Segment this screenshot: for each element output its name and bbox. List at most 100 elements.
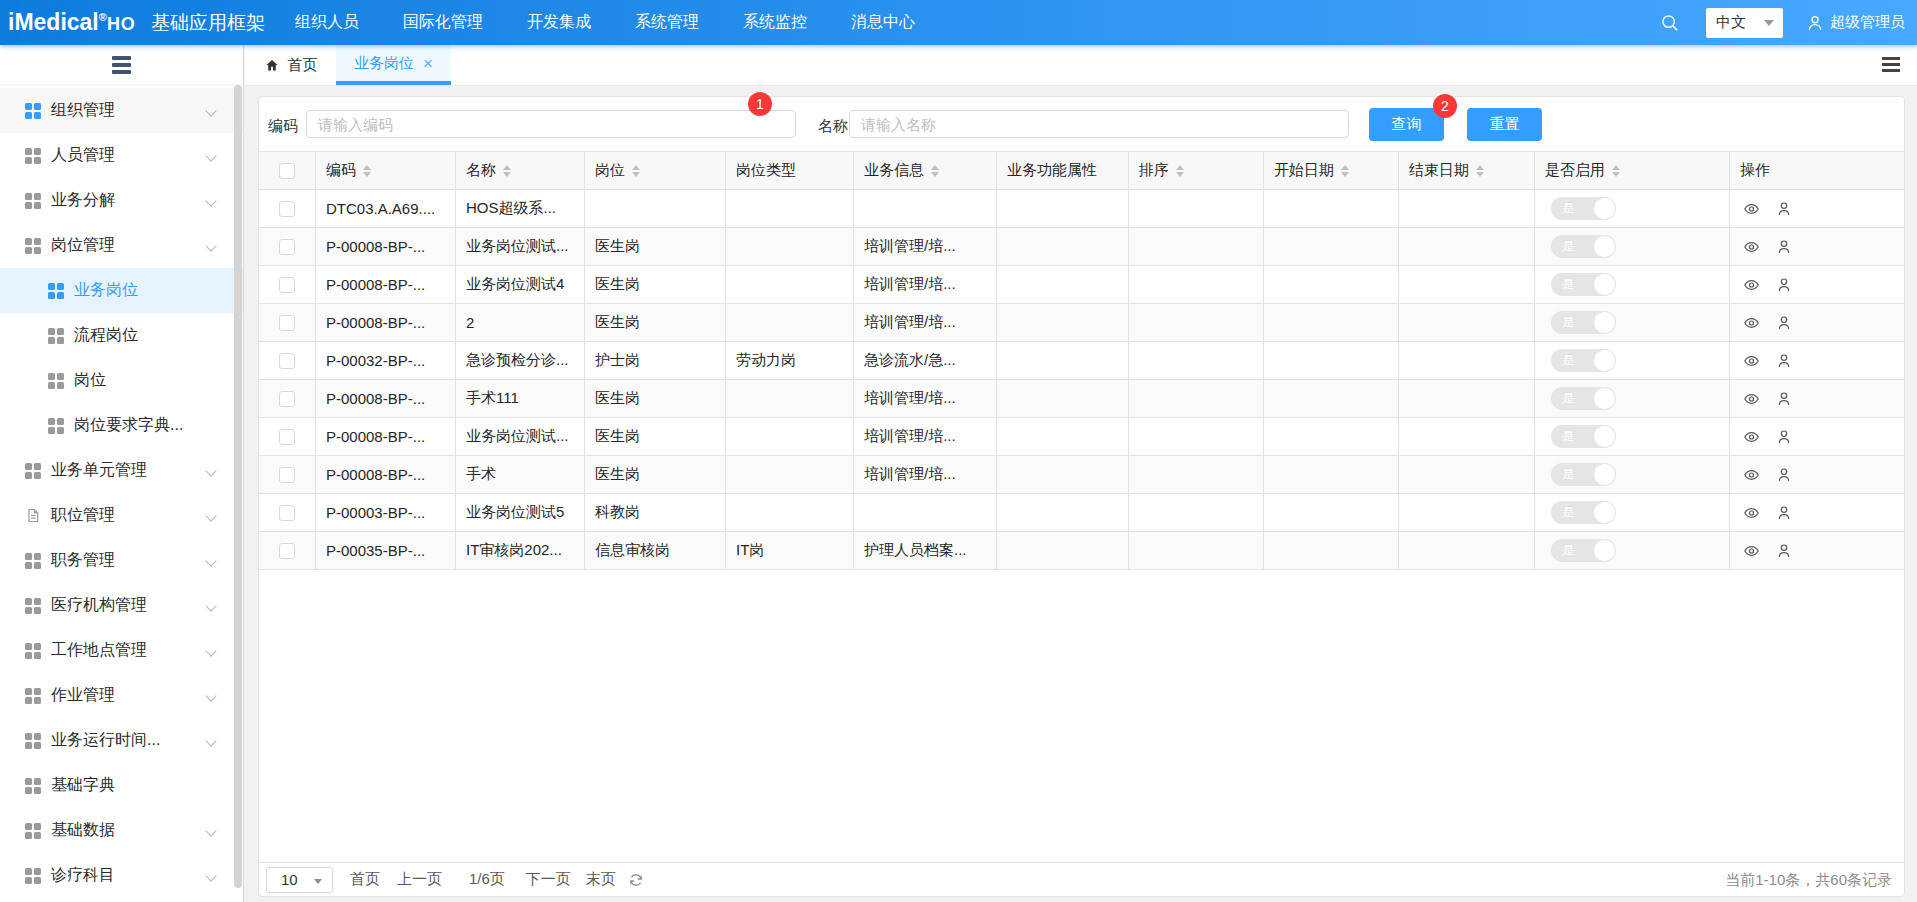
select-all-checkbox[interactable] [279,163,295,179]
sidebar-item-14[interactable]: 业务运行时间... [0,718,243,763]
col-header-9[interactable]: 结束日期 [1398,152,1534,189]
assign-user-icon[interactable] [1776,467,1792,483]
page-last[interactable]: 末页 [586,870,616,889]
row-checkbox[interactable] [279,429,295,445]
name-input[interactable] [849,110,1349,138]
enabled-toggle[interactable]: 是 [1551,501,1616,524]
sort-icon[interactable] [1176,165,1184,177]
assign-user-icon[interactable] [1776,353,1792,369]
page-next[interactable]: 下一页 [526,870,571,889]
sidebar-item-17[interactable]: 诊疗科目 [0,853,243,898]
sort-icon[interactable] [363,165,371,177]
sort-icon[interactable] [1612,165,1620,177]
reset-button[interactable]: 重置 [1467,108,1542,141]
row-checkbox[interactable] [279,543,295,559]
sidebar-collapse-icon[interactable] [112,56,131,74]
sidebar-item-10[interactable]: 职务管理 [0,538,243,583]
view-icon[interactable] [1742,543,1761,559]
sidebar-item-0[interactable]: 组织管理 [0,88,243,133]
row-checkbox[interactable] [279,391,295,407]
sidebar-item-6[interactable]: 岗位 [0,358,243,403]
assign-user-icon[interactable] [1776,277,1792,293]
search-icon[interactable] [1659,12,1681,34]
topmenu-item-1[interactable]: 国际化管理 [403,12,483,33]
code-input[interactable] [306,110,796,138]
tab-home[interactable]: 首页 [245,45,336,85]
enabled-toggle[interactable]: 是 [1551,197,1616,220]
sidebar-item-2[interactable]: 业务分解 [0,178,243,223]
row-checkbox[interactable] [279,353,295,369]
enabled-toggle[interactable]: 是 [1551,539,1616,562]
view-icon[interactable] [1742,239,1761,255]
sidebar-item-4[interactable]: 业务岗位 [0,268,243,313]
enabled-toggle[interactable]: 是 [1551,463,1616,486]
row-checkbox[interactable] [279,315,295,331]
sidebar-item-9[interactable]: 职位管理 [0,493,243,538]
sidebar-item-5[interactable]: 流程岗位 [0,313,243,358]
view-icon[interactable] [1742,467,1761,483]
sidebar-item-15[interactable]: 基础字典 [0,763,243,808]
enabled-toggle[interactable]: 是 [1551,235,1616,258]
enabled-toggle[interactable]: 是 [1551,273,1616,296]
sort-icon[interactable] [632,165,640,177]
view-icon[interactable] [1742,315,1761,331]
enabled-toggle[interactable]: 是 [1551,425,1616,448]
page-size-select[interactable]: 10 [266,867,333,893]
col-header-8[interactable]: 开始日期 [1263,152,1398,189]
sidebar-item-12[interactable]: 工作地点管理 [0,628,243,673]
tab-business-post[interactable]: 业务岗位 × [336,45,451,85]
col-header-7[interactable]: 排序 [1128,152,1263,189]
refresh-icon[interactable] [628,872,644,888]
col-header-5[interactable]: 业务信息 [853,152,996,189]
page-first[interactable]: 首页 [350,870,380,889]
tab-list-icon[interactable] [1882,57,1900,72]
assign-user-icon[interactable] [1776,543,1792,559]
col-header-3[interactable]: 岗位 [584,152,725,189]
enabled-toggle[interactable]: 是 [1551,349,1616,372]
col-header-2[interactable]: 名称 [455,152,584,189]
row-checkbox[interactable] [279,505,295,521]
user-menu[interactable]: 超级管理员 [1806,13,1905,32]
assign-user-icon[interactable] [1776,505,1792,521]
topmenu-item-0[interactable]: 组织人员 [295,12,359,33]
sidebar-item-7[interactable]: 岗位要求字典... [0,403,243,448]
tab-close-icon[interactable]: × [423,55,433,72]
page-prev[interactable]: 上一页 [397,870,442,889]
view-icon[interactable] [1742,201,1761,217]
enabled-toggle[interactable]: 是 [1551,311,1616,334]
row-checkbox[interactable] [279,239,295,255]
row-checkbox[interactable] [279,277,295,293]
view-icon[interactable] [1742,353,1761,369]
row-checkbox[interactable] [279,201,295,217]
view-icon[interactable] [1742,505,1761,521]
topmenu-item-2[interactable]: 开发集成 [527,12,591,33]
sort-icon[interactable] [1341,165,1349,177]
sidebar-item-11[interactable]: 医疗机构管理 [0,583,243,628]
search-button[interactable]: 查询 [1369,108,1444,141]
sidebar-item-1[interactable]: 人员管理 [0,133,243,178]
sidebar-item-8[interactable]: 业务单元管理 [0,448,243,493]
topmenu-item-5[interactable]: 消息中心 [851,12,915,33]
sort-icon[interactable] [503,165,511,177]
assign-user-icon[interactable] [1776,429,1792,445]
sort-icon[interactable] [1476,165,1484,177]
language-select[interactable]: 中文 [1706,8,1783,38]
topmenu-item-4[interactable]: 系统监控 [743,12,807,33]
view-icon[interactable] [1742,429,1761,445]
assign-user-icon[interactable] [1776,391,1792,407]
col-header-1[interactable]: 编码 [315,152,455,189]
assign-user-icon[interactable] [1776,239,1792,255]
row-checkbox[interactable] [279,467,295,483]
enabled-toggle[interactable]: 是 [1551,387,1616,410]
sort-icon[interactable] [931,165,939,177]
topmenu-item-3[interactable]: 系统管理 [635,12,699,33]
col-header-10[interactable]: 是否启用 [1534,152,1729,189]
sidebar-item-3[interactable]: 岗位管理 [0,223,243,268]
sidebar-item-13[interactable]: 作业管理 [0,673,243,718]
view-icon[interactable] [1742,277,1761,293]
sidebar-scrollbar[interactable] [234,85,242,888]
sidebar-item-16[interactable]: 基础数据 [0,808,243,853]
assign-user-icon[interactable] [1776,201,1792,217]
assign-user-icon[interactable] [1776,315,1792,331]
view-icon[interactable] [1742,391,1761,407]
